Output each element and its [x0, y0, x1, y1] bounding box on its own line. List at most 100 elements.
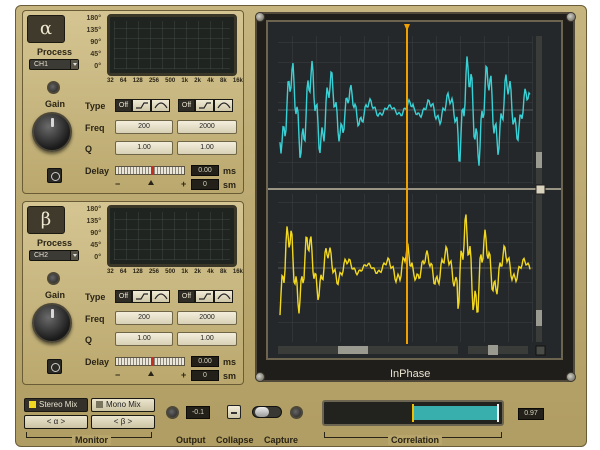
- beta-delay-plus: +: [181, 370, 187, 380]
- beta-q1-field[interactable]: 1.00: [115, 332, 173, 346]
- degree-tick: 0°: [94, 254, 101, 261]
- stereo-mix-label: Stereo Mix: [39, 400, 78, 409]
- alpha-type2-highpass-button[interactable]: [195, 99, 214, 112]
- beta-delay-samples-field[interactable]: 0: [191, 370, 219, 381]
- chevron-down-icon: [70, 60, 78, 69]
- freq-tick: 256: [148, 269, 159, 275]
- beta-scroll-thumb[interactable]: [536, 310, 542, 326]
- alpha-delay-sm-unit: sm: [223, 180, 237, 190]
- beta-freq2-field[interactable]: 2000: [177, 311, 237, 325]
- alpha-delay-ms-field[interactable]: 0.00: [191, 165, 219, 176]
- beta-delay-slider[interactable]: [115, 357, 185, 366]
- freq-tick: 64: [119, 78, 127, 84]
- monitor-alpha-button[interactable]: < α >: [24, 415, 88, 429]
- alpha-type1-bell-button[interactable]: [151, 99, 170, 112]
- zoom-toggle-icon[interactable]: [535, 184, 546, 195]
- highpass-icon: [199, 102, 211, 109]
- alpha-q1-field[interactable]: 1.00: [115, 141, 173, 155]
- freq-tick: 32: [107, 269, 114, 275]
- alpha-gain-label: Gain: [45, 99, 66, 109]
- stereo-mix-button[interactable]: Stereo Mix: [24, 398, 88, 412]
- expand-icon[interactable]: [535, 345, 546, 356]
- beta-freq1-field[interactable]: 200: [115, 311, 173, 325]
- alpha-type2-off-button[interactable]: Off: [178, 99, 195, 112]
- alpha-delay-plus: +: [181, 179, 187, 189]
- alpha-delay-samples-field[interactable]: 0: [191, 179, 219, 190]
- zoom-slider-thumb[interactable]: [488, 345, 498, 355]
- freq-tick: 8k: [219, 269, 227, 275]
- degree-tick: 135°: [86, 218, 101, 225]
- freq-tick: 64: [119, 269, 127, 275]
- alpha-freq1-field[interactable]: 200: [115, 120, 173, 134]
- beta-type2-off-button[interactable]: Off: [178, 290, 195, 303]
- alpha-channel-value: CH1: [34, 61, 49, 68]
- freq-tick: 1k: [181, 269, 189, 275]
- beta-delay-ms-field[interactable]: 0.00: [191, 356, 219, 367]
- screw-icon: [566, 372, 576, 382]
- beta-channel-dropdown[interactable]: CH2: [29, 250, 79, 261]
- alpha-freq2-field[interactable]: 2000: [177, 120, 237, 134]
- freq-tick: 8k: [219, 78, 227, 84]
- screw-icon: [255, 372, 265, 382]
- beta-channel-value: CH2: [34, 252, 49, 259]
- alpha-delay-slider[interactable]: [115, 166, 185, 175]
- degree-tick: 45°: [90, 242, 101, 249]
- alpha-phase-display: [107, 14, 237, 76]
- beta-type1-off-button[interactable]: Off: [115, 290, 132, 303]
- degree-tick: 180°: [86, 15, 101, 22]
- correlation-min-marker: [412, 404, 414, 422]
- alpha-phase-invert-button[interactable]: [47, 168, 62, 183]
- alpha-type1-highpass-button[interactable]: [132, 99, 151, 112]
- alpha-symbol: α: [27, 15, 65, 43]
- beta-type2-bell-button[interactable]: [214, 290, 233, 303]
- monitor-label: Monitor: [72, 435, 111, 445]
- alpha-scroll-thumb[interactable]: [536, 152, 542, 168]
- alpha-type-label: Type: [85, 101, 106, 111]
- alpha-process-label: Process: [37, 47, 73, 57]
- bell-icon: [217, 102, 231, 109]
- alpha-type2-bell-button[interactable]: [214, 99, 233, 112]
- alpha-channel-dropdown[interactable]: CH1: [29, 59, 79, 70]
- alpha-q2-field[interactable]: 1.00: [177, 141, 237, 155]
- beta-freq-label: Freq: [85, 314, 105, 324]
- mono-mix-label: Mono Mix: [106, 400, 141, 409]
- beta-phase-invert-button[interactable]: [47, 359, 62, 374]
- beta-process-led[interactable]: [47, 272, 60, 285]
- slider-thumb[interactable]: [151, 357, 154, 366]
- beta-type2-highpass-button[interactable]: [195, 290, 214, 303]
- bell-icon: [154, 102, 168, 109]
- output-field[interactable]: -0.1: [186, 406, 210, 419]
- capture-led[interactable]: [290, 406, 303, 419]
- highpass-icon: [199, 293, 211, 300]
- beta-type1-bell-button[interactable]: [151, 290, 170, 303]
- waveform-display[interactable]: [266, 20, 563, 360]
- output-led[interactable]: [166, 406, 179, 419]
- beta-gain-knob[interactable]: [32, 303, 72, 343]
- beta-type1-highpass-button[interactable]: [132, 290, 151, 303]
- alpha-gain-knob[interactable]: [32, 112, 72, 152]
- correlation-fill: [412, 406, 498, 420]
- degree-tick: 0°: [94, 63, 101, 70]
- alpha-type1-off-button[interactable]: Off: [115, 99, 132, 112]
- beta-delay-ms-unit: ms: [223, 357, 237, 367]
- monitor-beta-button[interactable]: < β >: [91, 415, 155, 429]
- collapse-button[interactable]: [227, 405, 241, 419]
- beta-q-label: Q: [85, 335, 93, 345]
- minus-icon: [231, 412, 237, 414]
- waveform-canvas: [268, 22, 561, 358]
- alpha-process-led[interactable]: [47, 81, 60, 94]
- beta-q2-field[interactable]: 1.00: [177, 332, 237, 346]
- freq-tick: 1k: [181, 78, 189, 84]
- output-label: Output: [176, 435, 206, 445]
- capture-toggle[interactable]: [252, 406, 282, 418]
- degree-tick: 90°: [90, 230, 101, 237]
- beta-phase-display: [107, 205, 237, 267]
- mono-mix-button[interactable]: Mono Mix: [91, 398, 155, 412]
- horizontal-scroll-thumb[interactable]: [338, 346, 368, 354]
- highpass-icon: [136, 293, 148, 300]
- freq-tick: 16k: [232, 269, 243, 275]
- slider-thumb[interactable]: [151, 166, 154, 175]
- correlation-max-marker: [497, 404, 499, 422]
- alpha-freq-scale: 32 64 128 256 500 1k 2k 4k 8k 16k: [107, 78, 243, 87]
- screw-icon: [566, 12, 576, 22]
